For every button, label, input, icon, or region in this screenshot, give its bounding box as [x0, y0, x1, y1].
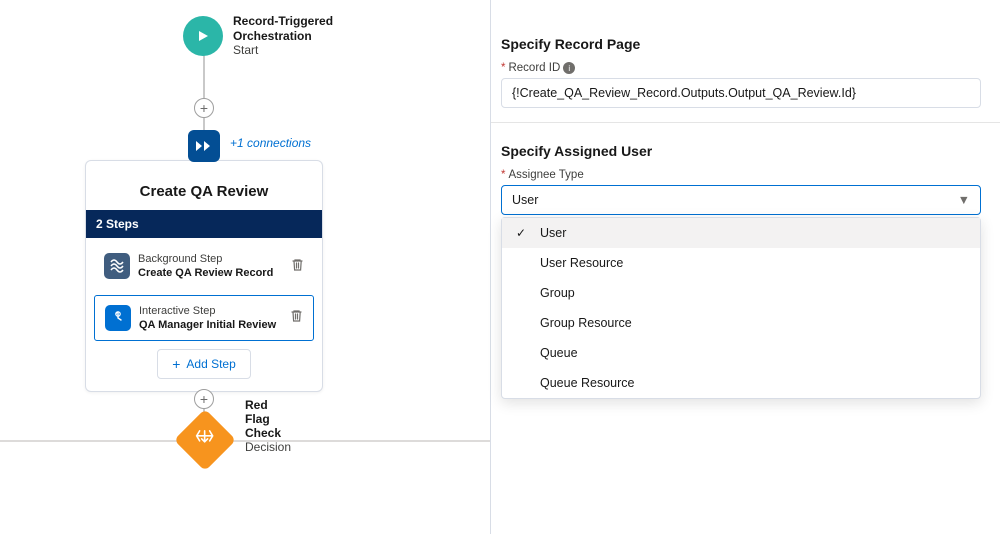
required-indicator: *	[501, 62, 505, 74]
connections-link[interactable]: +1 connections	[230, 136, 311, 150]
dropdown-option-label: Queue	[540, 346, 578, 360]
start-node-title: Record-Triggered Orchestration	[233, 14, 333, 44]
start-node-subtitle: Start	[233, 44, 333, 58]
stage-card[interactable]: Create QA Review 2 Steps Background Step…	[85, 160, 323, 392]
decision-node[interactable]: Red Flag Check Decision	[183, 418, 227, 462]
assignee-type-select[interactable]: User ▼	[501, 185, 981, 215]
dropdown-option-label: Queue Resource	[540, 376, 635, 390]
decision-title: Red Flag Check	[245, 398, 291, 440]
dropdown-option-label: Group Resource	[540, 316, 632, 330]
dropdown-option-label: User	[540, 226, 566, 240]
record-id-label: * Record ID i	[501, 62, 1000, 74]
decision-subtitle: Decision	[245, 440, 291, 454]
step-row-background[interactable]: Background Step Create QA Review Record	[94, 244, 314, 289]
dropdown-option-label: Group	[540, 286, 575, 300]
info-icon[interactable]: i	[563, 62, 575, 74]
step-name: Create QA Review Record	[138, 266, 283, 280]
panel-divider	[491, 122, 1000, 123]
step-name: QA Manager Initial Review	[139, 318, 282, 332]
properties-panel: Specify Record Page * Record ID i {!Crea…	[490, 0, 1000, 534]
orchestration-canvas[interactable]: Record-Triggered Orchestration Start + +…	[0, 0, 490, 534]
start-node[interactable]: Record-Triggered Orchestration Start	[183, 14, 333, 58]
chevron-down-icon: ▼	[958, 193, 970, 207]
assigned-user-heading: Specify Assigned User	[501, 143, 1000, 159]
start-node-label: Record-Triggered Orchestration Start	[233, 14, 333, 58]
step-type-label: Interactive Step	[139, 304, 282, 318]
assignee-type-label-text: Assignee Type	[508, 169, 583, 181]
start-node-icon	[183, 16, 223, 56]
required-indicator: *	[501, 169, 505, 181]
dropdown-option[interactable]: User Resource	[502, 248, 980, 278]
decision-label: Red Flag Check Decision	[245, 398, 291, 454]
dropdown-option[interactable]: Group	[502, 278, 980, 308]
record-id-value: {!Create_QA_Review_Record.Outputs.Output…	[512, 86, 856, 100]
dropdown-option[interactable]: ✓ User	[502, 218, 980, 248]
add-step-label: Add Step	[186, 357, 235, 371]
background-step-icon	[104, 253, 130, 279]
assignee-type-dropdown[interactable]: ✓ User User Resource Group Group Resource Que…	[501, 217, 981, 399]
orchestration-stage-icon	[188, 130, 220, 162]
plus-icon: +	[172, 356, 180, 372]
stage-title: Create QA Review	[86, 161, 322, 210]
check-icon: ✓	[516, 226, 530, 240]
delete-step-button[interactable]	[291, 258, 304, 275]
add-element-button-bottom[interactable]: +	[194, 389, 214, 409]
delete-step-button[interactable]	[290, 309, 303, 326]
connector-start-to-plus	[203, 54, 205, 100]
record-id-label-text: Record ID	[508, 62, 560, 74]
decision-icon	[174, 409, 236, 471]
step-text: Background Step Create QA Review Record	[138, 252, 283, 281]
add-element-button-top[interactable]: +	[194, 98, 214, 118]
step-type-label: Background Step	[138, 252, 283, 266]
record-id-input[interactable]: {!Create_QA_Review_Record.Outputs.Output…	[501, 78, 981, 108]
stage-steps-count: 2 Steps	[86, 210, 322, 238]
assignee-type-value: User	[512, 193, 538, 207]
add-step-button[interactable]: + Add Step	[157, 349, 251, 379]
assignee-type-label: * Assignee Type	[501, 169, 1000, 181]
step-row-interactive[interactable]: Interactive Step QA Manager Initial Revi…	[94, 295, 314, 342]
dropdown-option[interactable]: Queue Resource	[502, 368, 980, 398]
dropdown-option[interactable]: Queue	[502, 338, 980, 368]
step-text: Interactive Step QA Manager Initial Revi…	[139, 304, 282, 333]
record-page-heading: Specify Record Page	[501, 36, 1000, 52]
dropdown-option[interactable]: Group Resource	[502, 308, 980, 338]
dropdown-option-label: User Resource	[540, 256, 623, 270]
interactive-step-icon	[105, 305, 131, 331]
